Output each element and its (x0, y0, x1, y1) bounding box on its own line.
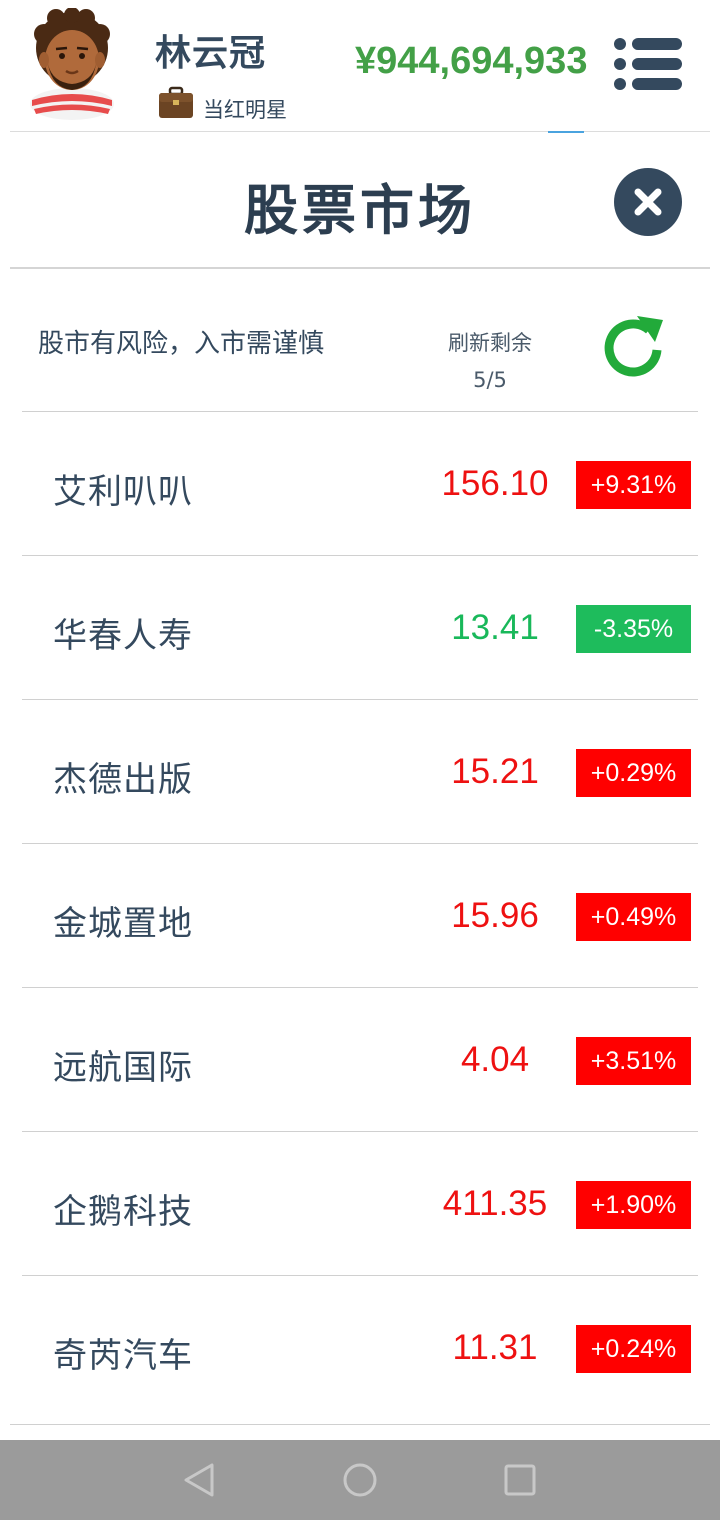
stock-row[interactable]: 杰德出版 15.21 +0.29% (0, 700, 720, 844)
stock-name: 远航国际 (53, 1048, 193, 1088)
divider (10, 131, 710, 132)
stock-change-badge: +1.90% (576, 1181, 691, 1229)
home-icon (343, 1463, 377, 1497)
stock-price: 4.04 (460, 1040, 530, 1079)
stock-change-badge: +3.51% (576, 1037, 691, 1085)
money-balance: ¥944,694,933 (355, 40, 588, 82)
close-button[interactable] (614, 168, 682, 236)
refresh-label: 刷新剩余 (448, 331, 532, 355)
stock-row[interactable]: 艾利叭叭 156.10 +9.31% (0, 412, 720, 556)
stock-list: 艾利叭叭 156.10 +9.31% 华春人寿 13.41 -3.35% 杰德出… (0, 412, 720, 1420)
panel-title: 股票市场 (244, 179, 476, 242)
close-icon (634, 188, 662, 216)
stock-name: 奇芮汽车 (53, 1336, 193, 1376)
stock-row[interactable]: 远航国际 4.04 +3.51% (0, 988, 720, 1132)
refresh-count: 5/5 (473, 368, 507, 392)
stock-change-badge: +0.29% (576, 749, 691, 797)
stock-change-badge: +0.24% (576, 1325, 691, 1373)
system-nav-bar (0, 1440, 720, 1520)
stock-change-badge: -3.35% (576, 605, 691, 653)
stock-name: 艾利叭叭 (53, 472, 193, 512)
menu-icon (614, 38, 682, 90)
stock-change-badge: +9.31% (576, 461, 691, 509)
player-name: 林云冠 (155, 33, 267, 74)
player-avatar[interactable] (26, 7, 122, 120)
stock-price: 411.35 (442, 1184, 548, 1223)
refresh-icon (604, 316, 663, 377)
home-button[interactable] (340, 1460, 380, 1500)
stock-price: 15.96 (451, 896, 539, 935)
stock-price: 156.10 (441, 464, 549, 503)
stock-row[interactable]: 金城置地 15.96 +0.49% (0, 844, 720, 988)
back-icon (184, 1463, 214, 1497)
risk-warning: 股市有风险，入市需谨慎 (38, 329, 325, 359)
refresh-button[interactable] (597, 312, 669, 378)
briefcase-icon (157, 86, 195, 120)
stock-row[interactable]: 企鹅科技 411.35 +1.90% (0, 1132, 720, 1276)
menu-button[interactable] (612, 36, 684, 92)
job-title: 当红明星 (203, 98, 287, 122)
stock-name: 企鹅科技 (53, 1192, 193, 1232)
stock-price: 11.31 (452, 1328, 538, 1367)
stock-name: 金城置地 (53, 904, 193, 944)
scroll-indicator (548, 131, 584, 133)
stock-price: 15.21 (451, 752, 539, 791)
stock-market-screen: 林云冠 当红明星 ¥944,694,933 股票市场 股市有风险，入市需谨慎 刷… (0, 0, 720, 1520)
stock-change-badge: +0.49% (576, 893, 691, 941)
stock-row[interactable]: 华春人寿 13.41 -3.35% (0, 556, 720, 700)
stock-row[interactable]: 奇芮汽车 11.31 +0.24% (0, 1276, 720, 1420)
recent-apps-button[interactable] (500, 1460, 540, 1500)
profile-bar: 林云冠 当红明星 ¥944,694,933 (0, 0, 720, 131)
stock-price: 13.41 (451, 608, 539, 647)
divider (10, 1424, 710, 1425)
recent-apps-icon (504, 1464, 536, 1496)
divider (10, 267, 710, 269)
stock-name: 杰德出版 (53, 760, 193, 800)
stock-name: 华春人寿 (53, 616, 193, 656)
back-button[interactable] (180, 1460, 220, 1500)
